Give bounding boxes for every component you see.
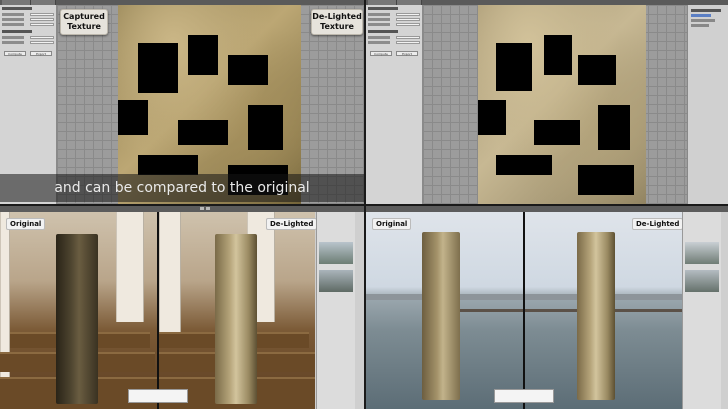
export-button[interactable]: Export [30,51,52,56]
asset-thumbnail[interactable] [319,270,353,292]
top-right-window: Compute Export [366,0,728,204]
compute-button[interactable]: Compute [4,51,26,56]
delighted-scene[interactable] [159,212,315,409]
asset-thumbnail[interactable] [685,270,719,292]
toolbar-icon[interactable] [206,207,210,210]
video-caption: and can be compared to the original [0,174,364,202]
section-header [2,30,32,33]
asset-thumbnail[interactable] [319,242,353,264]
statue-delighted [215,234,257,404]
param-row[interactable] [368,13,420,16]
param-row[interactable] [2,41,54,44]
section-header [368,30,398,33]
bottom-right-window: Original De-Lighted [366,206,728,409]
asset-thumbnail[interactable] [685,242,719,264]
param-row[interactable] [2,23,54,26]
param-row[interactable] [368,41,420,44]
captured-texture-label: Captured Texture [60,9,108,35]
delighted-scene[interactable] [525,212,682,409]
original-scene[interactable] [0,212,157,409]
original-label: Original [6,218,46,230]
original-scene[interactable] [366,212,523,409]
delighted-texture [478,5,646,204]
top-left-window: Compute Export Captured Texture De-Light… [0,0,364,204]
label-line: Captured [63,12,105,21]
original-label: Original [372,218,412,230]
compute-button[interactable]: Compute [370,51,392,56]
label-line: De-Lighted [312,12,362,21]
param-row[interactable] [368,36,420,39]
param-row[interactable] [2,18,54,21]
statue-delighted [577,232,615,400]
delighted-texture-label: De-Lighted Texture [311,9,363,35]
param-row[interactable] [368,23,420,26]
section-header [368,7,398,10]
statue-original [422,232,460,400]
bottom-left-window: Original De-Lighted [0,206,364,409]
param-row[interactable] [2,36,54,39]
delighted-label: De-Lighted [266,218,318,230]
section-header [2,7,32,10]
param-row[interactable] [368,18,420,21]
inspector-panel [687,5,728,204]
label-line: Texture [67,22,101,31]
toolbar-icon[interactable] [200,207,204,210]
asset-panel [316,212,355,409]
label-line: Texture [320,22,354,31]
statue-original [56,234,98,404]
exposure-controls[interactable] [128,389,188,403]
exposure-controls[interactable] [494,389,554,403]
param-row[interactable] [2,13,54,16]
export-button[interactable]: Export [396,51,418,56]
parameters-panel: Compute Export [366,5,423,204]
delighted-label: De-Lighted [632,218,684,230]
asset-panel [682,212,721,409]
